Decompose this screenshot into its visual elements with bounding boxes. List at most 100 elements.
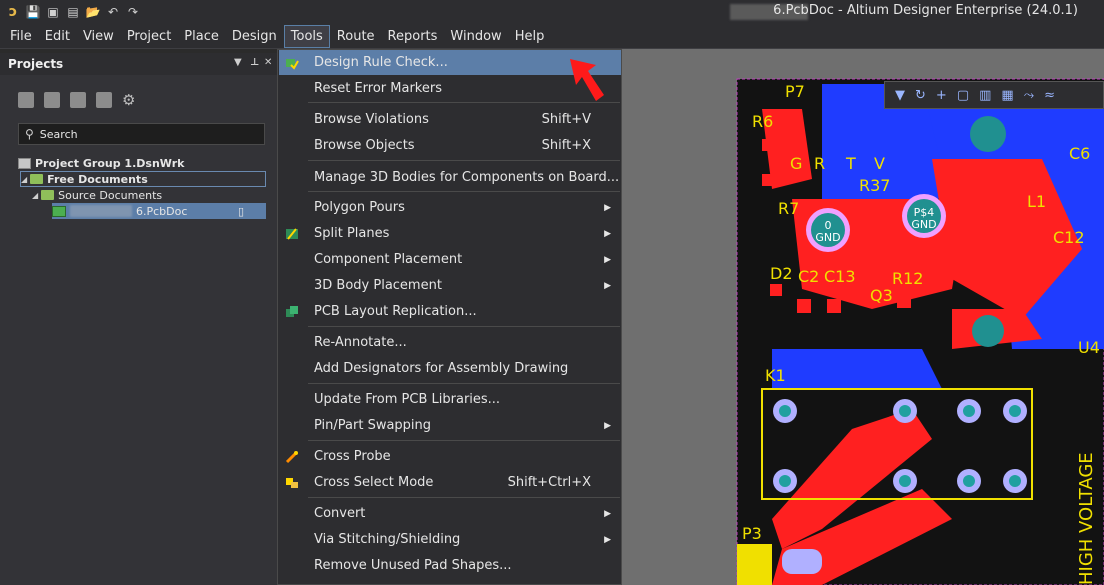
panel-menu-icon[interactable]: ▼ xyxy=(234,57,242,68)
menu-bar: File Edit View Project Place Design Tool… xyxy=(0,24,1104,49)
silk-label: R37 xyxy=(859,176,890,195)
menu-project[interactable]: Project xyxy=(121,26,177,47)
open-icon[interactable]: 📂 xyxy=(84,3,102,21)
menu-item-cross-select-mode[interactable]: Cross Select Mode Shift+Ctrl+X xyxy=(279,470,621,495)
menu-item-manage-3d-bodies[interactable]: Manage 3D Bodies for Components on Board… xyxy=(279,165,621,190)
menu-item-3d-body-placement[interactable]: 3D Body Placement ▶ xyxy=(279,273,621,298)
silk-label: D2 xyxy=(770,264,793,283)
projects-panel-title: Projects xyxy=(8,57,64,71)
menu-file[interactable]: File xyxy=(4,26,38,47)
pcb-canvas[interactable]: P7 R6 G R T V R37 R7 D2 C2 C13 R12 Q3 K1… xyxy=(622,49,1104,585)
interactive-route-icon[interactable]: ⤳ xyxy=(1024,88,1034,103)
select-icon[interactable]: ▢ xyxy=(957,88,969,103)
menu-item-convert[interactable]: Convert ▶ xyxy=(279,501,621,526)
silk-label: C13 xyxy=(824,267,856,286)
menu-help[interactable]: Help xyxy=(509,26,551,47)
menu-item-browse-objects[interactable]: Browse Objects Shift+X xyxy=(279,133,621,158)
silk-label: R7 xyxy=(778,199,799,218)
document-icon: ▯ xyxy=(237,204,244,218)
add-icon[interactable] xyxy=(70,92,86,108)
silk-label: K1 xyxy=(765,366,786,385)
menu-separator xyxy=(308,497,620,498)
search-input[interactable] xyxy=(39,127,240,141)
menu-separator xyxy=(308,326,620,327)
place-icon[interactable]: + xyxy=(936,88,947,103)
split-planes-icon xyxy=(286,227,298,240)
silk-label: U4 xyxy=(1078,338,1100,357)
tree-free-documents[interactable]: ◢ Free Documents xyxy=(20,171,266,187)
menu-item-pin-part-swapping[interactable]: Pin/Part Swapping ▶ xyxy=(279,413,621,438)
menu-separator xyxy=(308,440,620,441)
silk-label: G xyxy=(790,154,802,173)
drc-icon xyxy=(286,58,299,70)
menu-item-polygon-pours[interactable]: Polygon Pours ▶ xyxy=(279,195,621,220)
menu-item-add-designators[interactable]: Add Designators for Assembly Drawing xyxy=(279,356,621,381)
menu-tools[interactable]: Tools xyxy=(283,24,330,48)
save-all-icon[interactable]: ▣ xyxy=(44,3,62,21)
undo-icon[interactable]: ↶ xyxy=(104,3,122,21)
cross-probe-icon xyxy=(285,450,298,463)
menu-item-via-stitching-shielding[interactable]: Via Stitching/Shielding ▶ xyxy=(279,527,621,552)
menu-item-cross-probe[interactable]: Cross Probe xyxy=(279,444,621,469)
menu-edit[interactable]: Edit xyxy=(39,26,76,47)
save-icon[interactable]: 💾 xyxy=(24,3,42,21)
expand-triangle-icon[interactable]: ◢ xyxy=(32,191,38,200)
submenu-arrow-icon: ▶ xyxy=(604,202,611,213)
silk-label: C2 xyxy=(798,267,819,286)
silk-label: Q3 xyxy=(870,286,893,305)
folder-icon xyxy=(30,174,44,184)
svg-text:GND: GND xyxy=(911,218,936,231)
silk-label: L1 xyxy=(1027,192,1046,211)
submenu-arrow-icon: ▶ xyxy=(604,280,611,291)
replication-icon xyxy=(286,305,298,317)
silk-label: R xyxy=(814,154,825,173)
route-icon[interactable]: ↻ xyxy=(915,88,926,103)
submenu-arrow-icon: ▶ xyxy=(604,534,611,545)
window-title: 6.PcbDoc - Altium Designer Enterprise (2… xyxy=(773,3,1078,18)
menu-reports[interactable]: Reports xyxy=(382,26,444,47)
tree-project-group[interactable]: Project Group 1.DsnWrk xyxy=(18,155,184,171)
pin-icon[interactable]: ⊥ xyxy=(250,57,259,68)
silk-label: T xyxy=(845,154,856,173)
silk-label-high-voltage: HIGH VOLTAGE xyxy=(1076,452,1097,585)
menu-place[interactable]: Place xyxy=(178,26,225,47)
menu-item-browse-violations[interactable]: Browse Violations Shift+V xyxy=(279,107,621,132)
canvas-active-bar: ▼ ↻ + ▢ ▥ ▦ ⤳ ≈ xyxy=(884,81,1104,109)
gear-icon[interactable]: ⚙ xyxy=(122,92,135,108)
menu-design[interactable]: Design xyxy=(226,26,283,47)
menu-separator xyxy=(308,160,620,161)
search-icon: ⚲ xyxy=(25,127,34,141)
close-icon[interactable]: ✕ xyxy=(264,57,272,68)
tools-dropdown-menu: Design Rule Check... Reset Error Markers… xyxy=(277,49,622,585)
diff-pair-icon[interactable]: ≈ xyxy=(1044,88,1055,103)
redacted-filename xyxy=(70,205,132,217)
silk-label: P7 xyxy=(785,82,805,101)
menu-view[interactable]: View xyxy=(77,26,120,47)
menu-item-pcb-layout-replication[interactable]: PCB Layout Replication... xyxy=(279,299,621,324)
svg-text:GND: GND xyxy=(815,231,840,244)
expand-triangle-icon[interactable]: ◢ xyxy=(21,175,27,184)
tree-file-pcbdoc[interactable]: 6.PcbDoc ▯ xyxy=(52,203,266,219)
tree-source-documents[interactable]: ◢ Source Documents xyxy=(32,187,162,203)
quick-access-toolbar: ↄ 💾 ▣ ▤ 📂 ↶ ↷ xyxy=(0,3,142,21)
projects-search-box[interactable]: ⚲ xyxy=(18,123,265,145)
menu-item-split-planes[interactable]: Split Planes ▶ xyxy=(279,221,621,246)
cross-select-icon xyxy=(286,477,298,488)
align-icon[interactable]: ▥ xyxy=(979,88,991,103)
copy-icon[interactable] xyxy=(44,92,60,108)
menu-item-update-from-pcb-libraries[interactable]: Update From PCB Libraries... xyxy=(279,387,621,412)
menu-route[interactable]: Route xyxy=(331,26,381,47)
component-icon[interactable]: ▦ xyxy=(1001,88,1013,103)
silk-label: R12 xyxy=(892,269,923,288)
menu-separator xyxy=(308,383,620,384)
menu-window[interactable]: Window xyxy=(444,26,507,47)
save-project-icon[interactable] xyxy=(18,92,34,108)
remove-icon[interactable] xyxy=(96,92,112,108)
menu-item-remove-unused-pad-shapes[interactable]: Remove Unused Pad Shapes... xyxy=(279,553,621,578)
menu-separator xyxy=(308,191,620,192)
menu-item-component-placement[interactable]: Component Placement ▶ xyxy=(279,247,621,272)
filter-icon[interactable]: ▼ xyxy=(895,88,905,103)
new-icon[interactable]: ▤ xyxy=(64,3,82,21)
redo-icon[interactable]: ↷ xyxy=(124,3,142,21)
menu-item-re-annotate[interactable]: Re-Annotate... xyxy=(279,330,621,355)
